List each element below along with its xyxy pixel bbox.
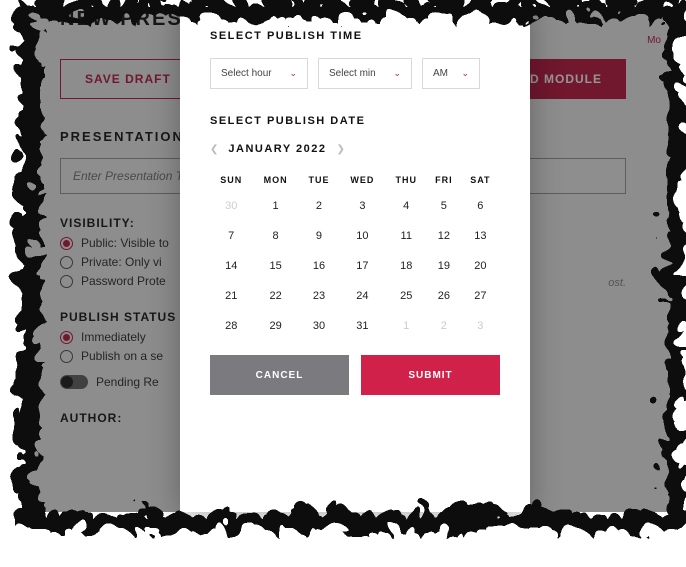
modal-footer: CANCEL SUBMIT xyxy=(210,355,500,395)
calendar-day-cell[interactable]: 26 xyxy=(427,281,461,311)
calendar-day-cell[interactable]: 31 xyxy=(339,311,385,341)
calendar-day-cell[interactable]: 3 xyxy=(461,311,500,341)
calendar-day-cell[interactable]: 22 xyxy=(252,281,298,311)
calendar-week-row: 78910111213 xyxy=(210,221,500,251)
month-nav: ❮ JANUARY 2022 ❯ xyxy=(210,143,500,155)
calendar-day-header: FRI xyxy=(427,169,461,191)
calendar-week-row: 28293031123 xyxy=(210,311,500,341)
chevron-down-icon: ⌄ xyxy=(289,68,297,79)
calendar-day-cell[interactable]: 25 xyxy=(386,281,427,311)
calendar-day-cell[interactable]: 27 xyxy=(461,281,500,311)
calendar-day-cell[interactable]: 18 xyxy=(386,251,427,281)
calendar-day-cell[interactable]: 10 xyxy=(339,221,385,251)
submit-button[interactable]: SUBMIT xyxy=(361,355,500,395)
calendar-day-cell[interactable]: 16 xyxy=(299,251,340,281)
calendar-day-cell[interactable]: 30 xyxy=(299,311,340,341)
calendar-day-cell[interactable]: 4 xyxy=(386,191,427,221)
calendar-day-cell[interactable]: 6 xyxy=(461,191,500,221)
select-label: Select hour xyxy=(221,68,272,79)
calendar-day-cell[interactable]: 23 xyxy=(299,281,340,311)
calendar-day-cell[interactable]: 15 xyxy=(252,251,298,281)
calendar-week-row: 21222324252627 xyxy=(210,281,500,311)
month-label: JANUARY 2022 xyxy=(228,143,326,155)
calendar-day-cell[interactable]: 11 xyxy=(386,221,427,251)
calendar-day-cell[interactable]: 2 xyxy=(427,311,461,341)
calendar-week-row: 14151617181920 xyxy=(210,251,500,281)
next-month-button[interactable]: ❯ xyxy=(336,144,344,155)
chevron-down-icon: ⌄ xyxy=(393,68,401,79)
calendar-day-cell[interactable]: 20 xyxy=(461,251,500,281)
calendar-day-cell[interactable]: 7 xyxy=(210,221,252,251)
calendar-day-cell[interactable]: 29 xyxy=(252,311,298,341)
publish-modal: SELECT PUBLISH TIME Select hour ⌄ Select … xyxy=(180,0,530,512)
time-heading: SELECT PUBLISH TIME xyxy=(210,30,500,42)
calendar-day-header: MON xyxy=(252,169,298,191)
calendar: SUNMONTUEWEDTHUFRISAT 301234567891011121… xyxy=(210,169,500,341)
select-hour[interactable]: Select hour ⌄ xyxy=(210,58,308,89)
calendar-day-cell[interactable]: 1 xyxy=(252,191,298,221)
calendar-week-row: 30123456 xyxy=(210,191,500,221)
prev-month-button[interactable]: ❮ xyxy=(210,144,218,155)
calendar-day-cell[interactable]: 19 xyxy=(427,251,461,281)
calendar-day-cell[interactable]: 8 xyxy=(252,221,298,251)
calendar-day-cell[interactable]: 14 xyxy=(210,251,252,281)
calendar-day-cell[interactable]: 30 xyxy=(210,191,252,221)
calendar-day-cell[interactable]: 13 xyxy=(461,221,500,251)
calendar-day-header: WED xyxy=(339,169,385,191)
chevron-down-icon: ⌄ xyxy=(461,68,469,79)
select-label: AM xyxy=(433,68,448,79)
calendar-day-header: THU xyxy=(386,169,427,191)
calendar-day-cell[interactable]: 2 xyxy=(299,191,340,221)
calendar-day-cell[interactable]: 17 xyxy=(339,251,385,281)
calendar-header-row: SUNMONTUEWEDTHUFRISAT xyxy=(210,169,500,191)
calendar-day-cell[interactable]: 9 xyxy=(299,221,340,251)
select-label: Select min xyxy=(329,68,376,79)
calendar-day-cell[interactable]: 21 xyxy=(210,281,252,311)
calendar-day-cell[interactable]: 3 xyxy=(339,191,385,221)
select-ampm[interactable]: AM ⌄ xyxy=(422,58,480,89)
calendar-day-cell[interactable]: 1 xyxy=(386,311,427,341)
time-selects-row: Select hour ⌄ Select min ⌄ AM ⌄ xyxy=(210,58,500,89)
select-min[interactable]: Select min ⌄ xyxy=(318,58,412,89)
cancel-button[interactable]: CANCEL xyxy=(210,355,349,395)
calendar-day-header: TUE xyxy=(299,169,340,191)
calendar-day-cell[interactable]: 28 xyxy=(210,311,252,341)
calendar-day-cell[interactable]: 5 xyxy=(427,191,461,221)
calendar-day-cell[interactable]: 24 xyxy=(339,281,385,311)
calendar-day-cell[interactable]: 12 xyxy=(427,221,461,251)
calendar-day-header: SUN xyxy=(210,169,252,191)
date-heading: SELECT PUBLISH DATE xyxy=(210,115,500,127)
calendar-day-header: SAT xyxy=(461,169,500,191)
